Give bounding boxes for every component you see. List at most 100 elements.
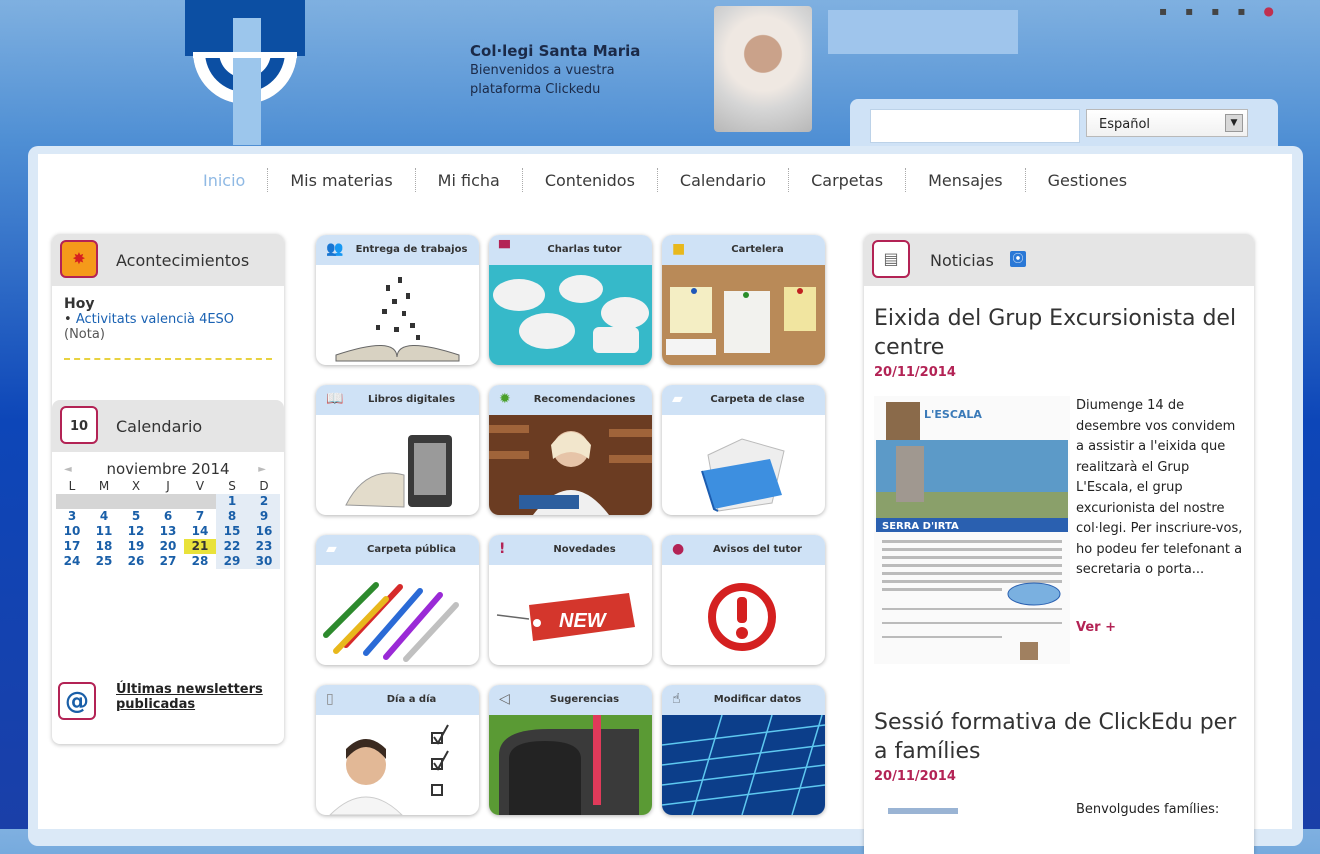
user-icon[interactable]: ▪ — [1159, 4, 1185, 18]
header: Col·legi Santa Maria Bienvenidos a vuest… — [0, 0, 1320, 155]
nav-item-gestiones[interactable]: Gestiones — [1026, 171, 1149, 190]
nav-item-inicio[interactable]: Inicio — [181, 171, 267, 190]
events-title: Acontecimientos — [116, 251, 250, 270]
calendar-day[interactable]: 1 — [216, 494, 248, 509]
school-logo — [185, 0, 305, 145]
calendar-day[interactable]: 10 — [56, 524, 88, 539]
calendar-week: 24 25 26 27 28 29 30 — [56, 554, 280, 569]
calendar-empty-cell — [184, 494, 216, 509]
power-icon[interactable]: ● — [1264, 4, 1292, 18]
tile-recomendaciones[interactable]: ✹ Recomendaciones — [489, 385, 652, 515]
calendar-day[interactable]: 4 — [88, 509, 120, 524]
calendar-day[interactable]: 12 — [120, 524, 152, 539]
calendar-day[interactable]: 30 — [248, 554, 280, 569]
calendar-day[interactable]: 2 — [248, 494, 280, 509]
tile-cartelera[interactable]: ■ Cartelera — [662, 235, 825, 365]
news-panel: ▤ Noticias ⦿ Eixida del Grup Excursionis… — [864, 234, 1254, 854]
prev-month-icon[interactable]: ◄ — [64, 464, 72, 475]
leaflet-title: L'ESCALA — [924, 408, 982, 421]
news-item-title[interactable]: Eixida del Grup Excursionista del centre — [874, 304, 1244, 362]
tile-carpeta-clase[interactable]: ▰ Carpeta de clase — [662, 385, 825, 515]
calendar-day[interactable]: 25 — [88, 554, 120, 569]
news-more-link[interactable]: Ver + — [1076, 620, 1116, 635]
event-link[interactable]: Activitats valencià 4ESO — [76, 312, 234, 327]
help-icon[interactable]: ▪ — [1185, 4, 1211, 18]
tile-label: Avisos del tutor — [713, 544, 802, 555]
weekday-label: S — [228, 479, 236, 493]
main-nav: Inicio Mis materias Mi ficha Contenidos … — [38, 154, 1292, 206]
exclamation-icon: ! — [499, 541, 506, 557]
calendar-day[interactable]: 7 — [184, 509, 216, 524]
nav-item-contenidos[interactable]: Contenidos — [523, 171, 657, 190]
speech-bubble-icon: ▀ — [499, 241, 510, 257]
document-icon: ▤ — [872, 240, 910, 278]
chevron-down-icon[interactable]: ▼ — [1225, 114, 1243, 132]
nav-item-calendario[interactable]: Calendario — [658, 171, 788, 190]
calendar-day[interactable]: 21 — [184, 539, 216, 554]
tile-image-mailbox — [489, 715, 652, 815]
tile-entrega-trabajos[interactable]: 👥 Entrega de trabajos — [316, 235, 479, 365]
tile-libros-digitales[interactable]: 📖 Libros digitales — [316, 385, 479, 515]
calendar-day[interactable]: 22 — [216, 539, 248, 554]
tile-label: Día a día — [386, 694, 437, 705]
calendar-day[interactable]: 15 — [216, 524, 248, 539]
language-value: Español — [1099, 117, 1151, 132]
calendar-day[interactable]: 16 — [248, 524, 280, 539]
calendar-day[interactable]: 3 — [56, 509, 88, 524]
calendar-day[interactable]: 13 — [152, 524, 184, 539]
tile-sugerencias[interactable]: ◁ Sugerencias — [489, 685, 652, 815]
next-month-icon[interactable]: ► — [258, 464, 266, 475]
tile-dia-a-dia[interactable]: ▯ Día a día — [316, 685, 479, 815]
newsletters-label[interactable]: Últimas newsletters publicadas — [116, 682, 276, 712]
tile-charlas-tutor[interactable]: ▀ Charlas tutor — [489, 235, 652, 365]
tile-header: ▰ Carpeta pública — [316, 535, 479, 565]
divider — [64, 358, 272, 360]
exit-icon[interactable]: ▪ — [1237, 4, 1263, 18]
calendar-day[interactable]: 18 — [88, 539, 120, 554]
calendar-header: 10 Calendario — [52, 400, 284, 452]
folder-icon: ▰ — [672, 391, 683, 407]
calendar-day[interactable]: 17 — [56, 539, 88, 554]
language-select[interactable]: Español ▼ — [1086, 109, 1248, 137]
calendar-day[interactable]: 24 — [56, 554, 88, 569]
top-icons: ▪▪▪▪● — [1159, 4, 1292, 18]
calendar-day[interactable]: 14 — [184, 524, 216, 539]
news-item-image: L'ESCALA SERRA D'IRTA — [874, 396, 1070, 664]
user-avatar[interactable] — [714, 6, 812, 132]
calendar-day[interactable]: 6 — [152, 509, 184, 524]
calendar-day[interactable]: 28 — [184, 554, 216, 569]
calendar-day[interactable]: 11 — [88, 524, 120, 539]
tile-image-bubbles — [489, 265, 652, 365]
new-tag-text: NEW — [559, 610, 608, 632]
events-header: ✸ Acontecimientos — [52, 234, 284, 286]
nav-item-carpetas[interactable]: Carpetas — [789, 171, 905, 190]
nav-item-mis-materias[interactable]: Mis materias — [268, 171, 414, 190]
tile-label: Entrega de trabajos — [355, 244, 468, 255]
calendar-day[interactable]: 23 — [248, 539, 280, 554]
news-item-title[interactable]: Sessió formativa de ClickEdu per a famíl… — [874, 708, 1244, 766]
nav-list: Inicio Mis materias Mi ficha Contenidos … — [38, 154, 1292, 206]
tile-avisos-tutor[interactable]: ● Avisos del tutor — [662, 535, 825, 665]
event-item: • Activitats valencià 4ESO — [64, 312, 235, 327]
tile-image-alert — [662, 565, 825, 665]
rss-icon[interactable]: ⦿ — [1010, 251, 1026, 267]
tile-header: ■ Cartelera — [662, 235, 825, 265]
calendar-day[interactable]: 9 — [248, 509, 280, 524]
search-input[interactable] — [870, 109, 1080, 143]
tile-modificar-datos[interactable]: ☝ Modificar datos — [662, 685, 825, 815]
calendar-day[interactable]: 27 — [152, 554, 184, 569]
calendar-day[interactable]: 20 — [152, 539, 184, 554]
nav-item-mi-ficha[interactable]: Mi ficha — [416, 171, 522, 190]
tile-image-checklist — [316, 715, 479, 815]
nav-item-mensajes[interactable]: Mensajes — [906, 171, 1025, 190]
tile-novedades[interactable]: ! Novedades NEW — [489, 535, 652, 665]
calendar-day[interactable]: 19 — [120, 539, 152, 554]
tile-carpeta-publica[interactable]: ▰ Carpeta pública — [316, 535, 479, 665]
calendar-day[interactable]: 26 — [120, 554, 152, 569]
calendar-day[interactable]: 8 — [216, 509, 248, 524]
calendar-day[interactable]: 29 — [216, 554, 248, 569]
welcome-text-2: plataforma Clickedu — [470, 82, 601, 97]
tile-header: ▀ Charlas tutor — [489, 235, 652, 265]
close-icon[interactable]: ▪ — [1211, 4, 1237, 18]
calendar-day[interactable]: 5 — [120, 509, 152, 524]
